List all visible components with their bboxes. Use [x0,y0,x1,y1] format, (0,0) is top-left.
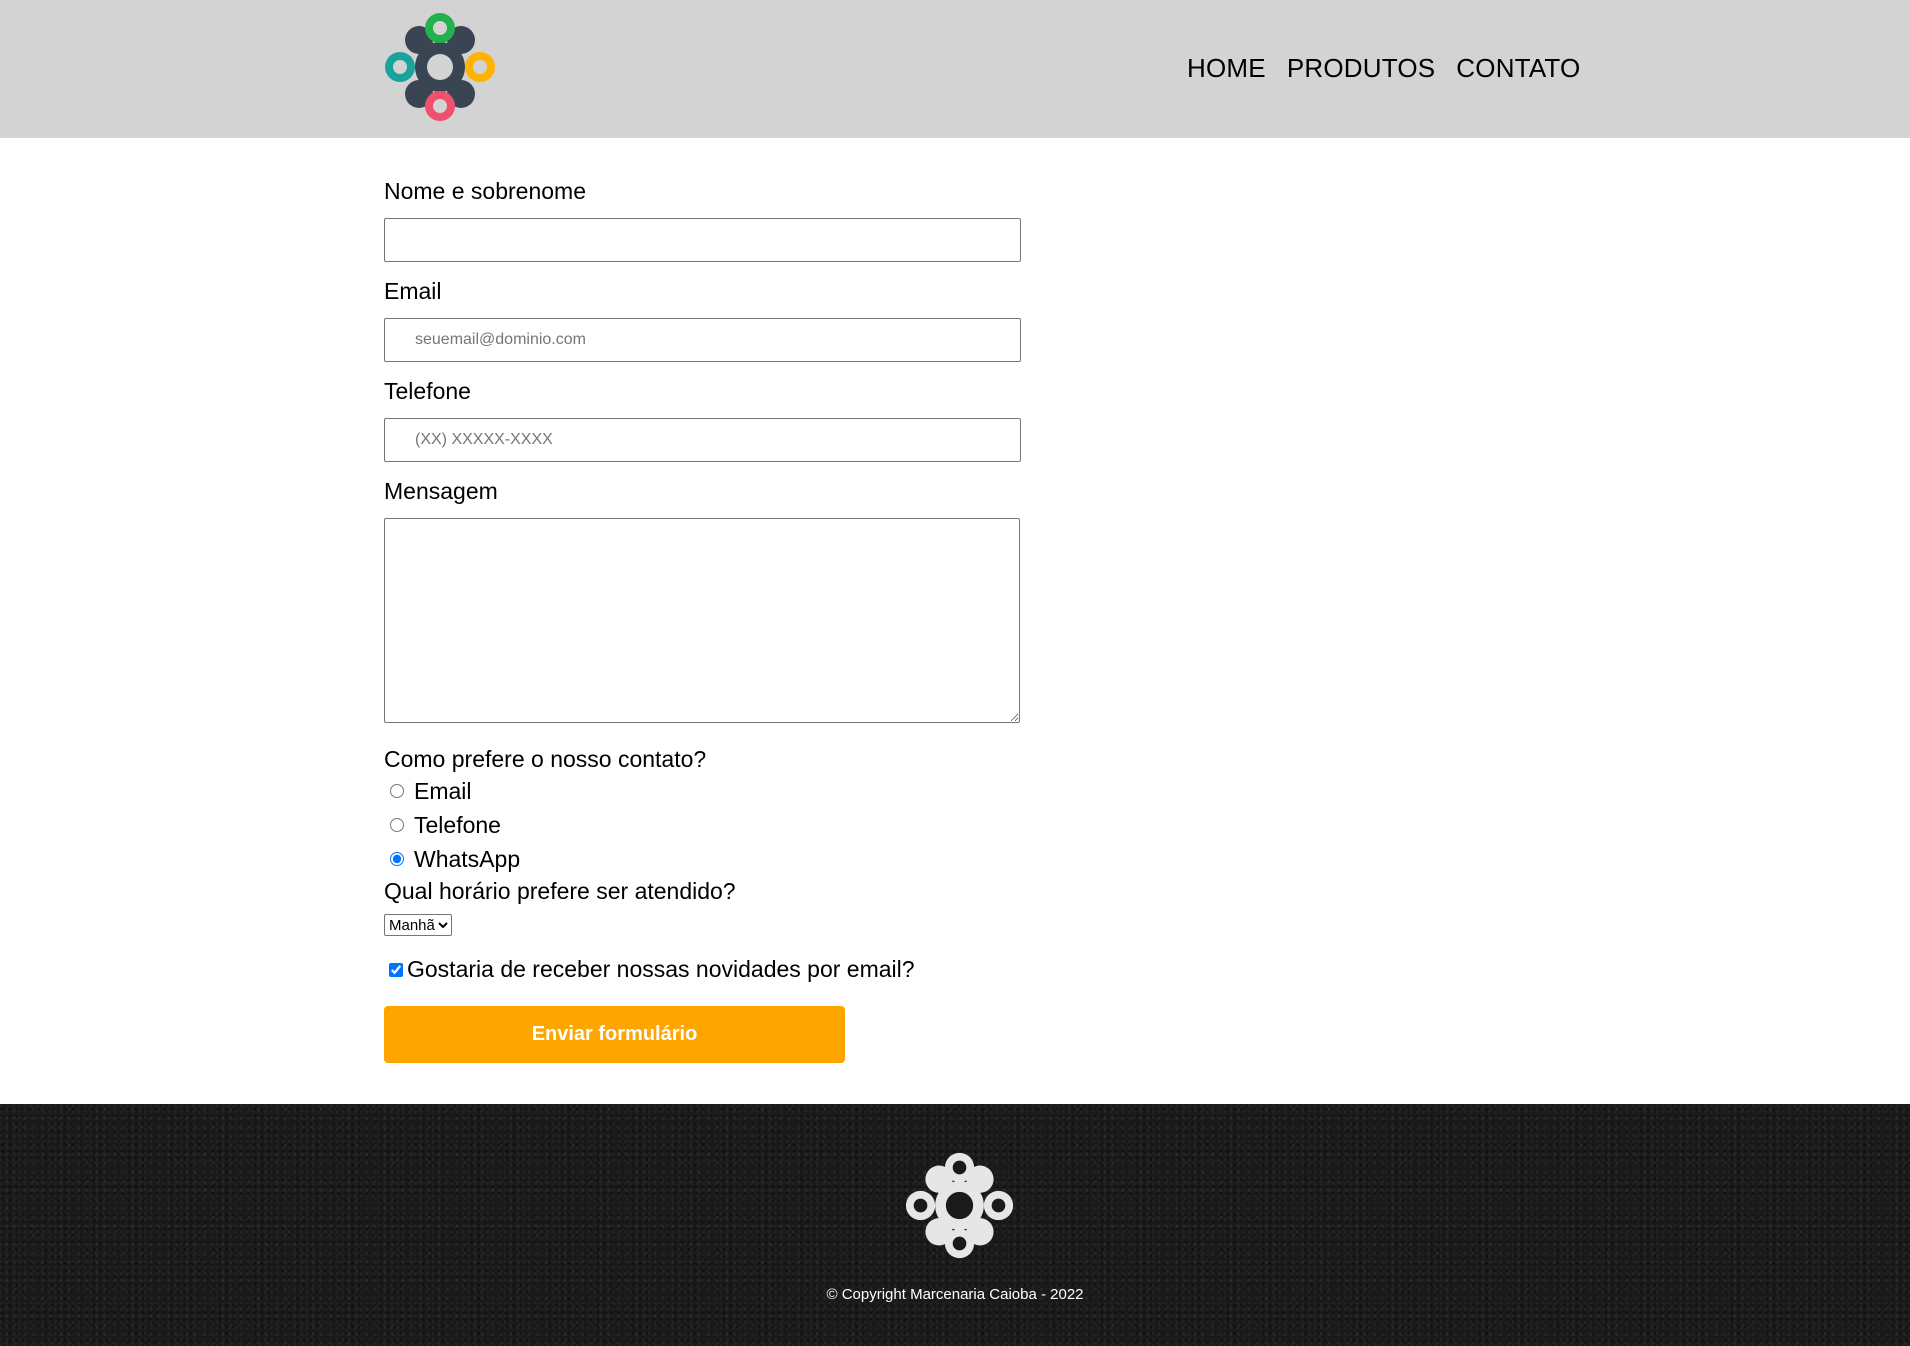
phone-label: Telefone [384,378,471,404]
name-label: Nome e sobrenome [384,178,586,204]
radio-whatsapp[interactable] [390,852,404,866]
schedule-question: Qual horário prefere ser atendido? [384,878,736,904]
schedule-select[interactable]: Manhã [384,914,452,936]
site-header: HOME PRODUTOS CONTATO [0,0,1910,138]
main-nav: HOME PRODUTOS CONTATO [1187,53,1580,84]
message-textarea[interactable] [384,518,1020,723]
message-label: Mensagem [384,478,498,504]
radio-telefone[interactable] [390,818,404,832]
contact-pref-question: Como prefere o nosso contato? [384,746,707,772]
radio-email-label: Email [414,777,472,804]
contact-form: Nome e sobrenome Email Telefone Mensagem… [384,176,1024,1063]
newsletter-row: Gostaria de receber nossas novidades por… [384,956,1024,983]
copyright-text: © Copyright Marcenaria Caioba - 2022 [826,1286,1084,1303]
radio-email[interactable] [390,784,404,798]
email-input[interactable] [384,318,1021,362]
white-circles-logo-icon [905,1152,1014,1259]
nav-contato-link[interactable]: CONTATO [1456,53,1580,84]
colorful-circles-logo-icon[interactable] [381,8,499,126]
newsletter-checkbox[interactable] [389,962,403,977]
submit-button[interactable]: Enviar formulário [384,1006,845,1063]
radio-option-whatsapp: WhatsApp [384,842,1024,876]
radio-whatsapp-label: WhatsApp [414,845,521,872]
radio-option-email: Email [384,774,1024,808]
site-footer: © Copyright Marcenaria Caioba - 2022 [0,1104,1910,1346]
name-input[interactable] [384,218,1021,262]
nav-home-link[interactable]: HOME [1187,53,1266,84]
radio-option-phone: Telefone [384,808,1024,842]
nav-produtos-link[interactable]: PRODUTOS [1287,53,1435,84]
radio-telefone-label: Telefone [414,811,501,838]
phone-input[interactable] [384,418,1021,462]
email-label: Email [384,278,442,304]
newsletter-label: Gostaria de receber nossas novidades por… [407,956,915,982]
